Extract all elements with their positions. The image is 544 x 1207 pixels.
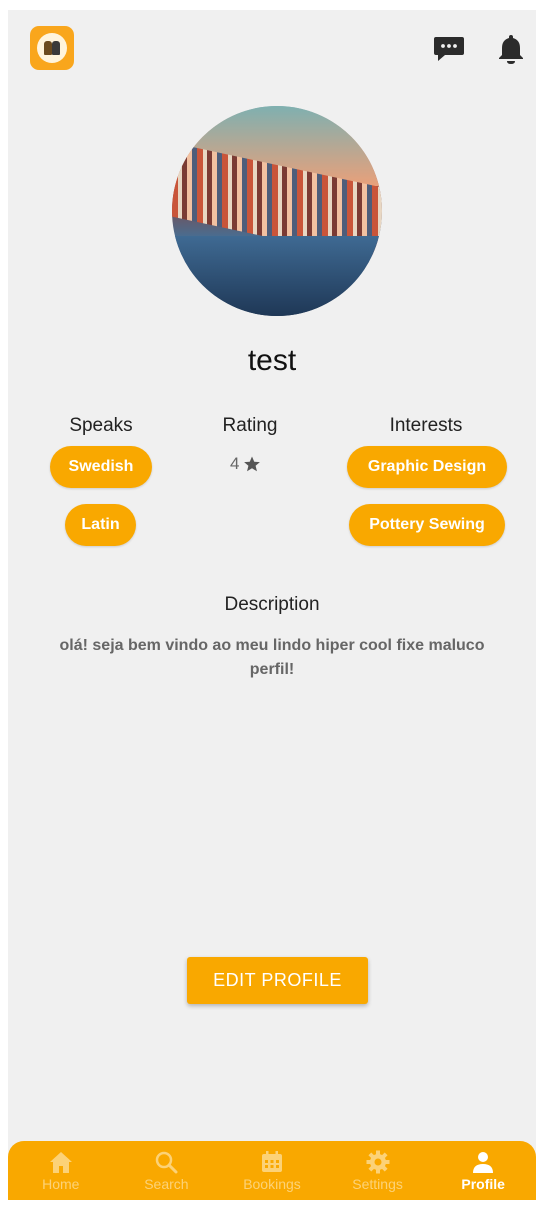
nav-item-home[interactable]: Home — [8, 1141, 114, 1200]
language-chip[interactable]: Swedish — [50, 446, 152, 488]
interests-title: Interests — [389, 415, 463, 436]
nav-item-settings[interactable]: Settings — [325, 1141, 431, 1200]
calendar-icon — [261, 1151, 282, 1172]
speaks-title: Speaks — [69, 415, 133, 436]
interest-chip[interactable]: Graphic Design — [347, 446, 507, 488]
profile-name: test — [247, 344, 297, 377]
nav-label-bookings: Bookings — [243, 1176, 301, 1192]
interest-chip[interactable]: Pottery Sewing — [349, 504, 505, 546]
nav-item-profile[interactable]: Profile — [430, 1141, 536, 1200]
nav-item-search[interactable]: Search — [114, 1141, 220, 1200]
language-chip[interactable]: Latin — [65, 504, 136, 546]
nav-label-settings: Settings — [352, 1176, 403, 1192]
person-icon — [473, 1152, 494, 1173]
nav-item-bookings[interactable]: Bookings — [219, 1141, 325, 1200]
gear-icon — [366, 1150, 390, 1174]
rating-title: Rating — [222, 415, 278, 436]
edit-profile-button[interactable]: EDIT PROFILE — [187, 957, 368, 1004]
description-title: Description — [224, 594, 320, 615]
home-icon — [49, 1152, 72, 1173]
nav-label-profile: Profile — [461, 1176, 505, 1192]
app-logo-icon — [37, 33, 67, 63]
star-icon — [244, 456, 261, 472]
nav-label-home: Home — [42, 1176, 80, 1192]
chat-bubble-icon[interactable] — [432, 32, 466, 66]
rating-display: 4 — [230, 454, 261, 474]
bell-icon[interactable] — [494, 32, 528, 66]
profile-avatar — [172, 106, 382, 316]
app-logo[interactable] — [30, 26, 74, 70]
description-text: olá! seja bem vindo ao meu lindo hiper c… — [59, 637, 485, 678]
search-icon — [156, 1151, 178, 1174]
bottom-navigation: Home Search Bookings Settings Profile — [8, 1141, 536, 1200]
profile-screen: test Speaks Rating Interests Swedish Lat… — [8, 10, 536, 1200]
nav-label-search: Search — [144, 1176, 189, 1192]
rating-value: 4 — [230, 454, 240, 473]
